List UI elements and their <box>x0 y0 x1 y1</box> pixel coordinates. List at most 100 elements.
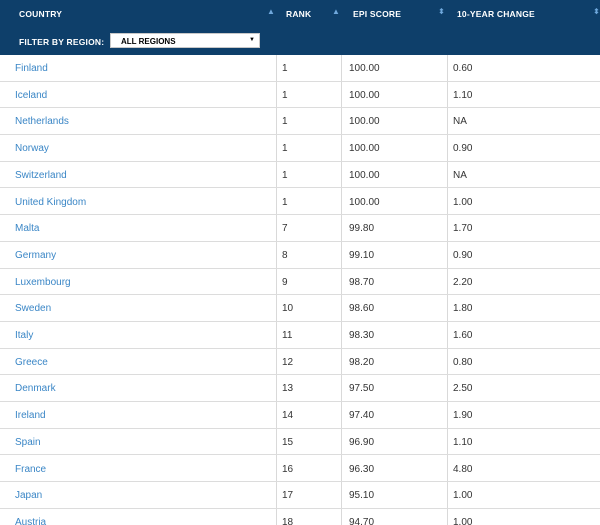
rank-cell: 17 <box>282 490 294 502</box>
table-row: Ireland 14 97.40 1.90 <box>0 402 600 429</box>
country-link[interactable]: Japan <box>15 490 42 501</box>
epi-score-cell: 97.50 <box>349 383 375 395</box>
epi-score-cell: 99.80 <box>349 223 375 235</box>
table-row: France 16 96.30 4.80 <box>0 456 600 483</box>
ten-year-change-cell: 1.10 <box>453 436 473 448</box>
rank-cell: 10 <box>282 303 294 315</box>
rank-cell: 16 <box>282 463 294 475</box>
ten-year-change-cell: 0.60 <box>453 63 473 74</box>
sort-asc-icon[interactable]: ▲ <box>332 8 340 16</box>
rank-cell: 8 <box>282 249 288 261</box>
rank-cell: 1 <box>282 63 288 74</box>
ten-year-change-cell: 1.10 <box>453 89 473 101</box>
rank-cell: 7 <box>282 223 288 235</box>
table-row: Netherlands 1 100.00 NA <box>0 108 600 136</box>
epi-score-cell: 96.90 <box>349 436 375 448</box>
column-header-country[interactable]: COUNTRY ▲ <box>0 0 276 28</box>
table-row: Luxembourg 9 98.70 2.20 <box>0 269 600 296</box>
rank-cell: 15 <box>282 436 294 448</box>
column-label: COUNTRY <box>19 9 63 19</box>
table-row: Malta 7 99.80 1.70 <box>0 215 600 242</box>
table-row: Finland 1 100.00 0.60 <box>0 55 600 82</box>
country-link[interactable]: Ireland <box>15 410 46 421</box>
ten-year-change-cell: NA <box>453 169 467 181</box>
epi-score-cell: 100.00 <box>349 196 380 208</box>
table-row: Greece 12 98.20 0.80 <box>0 349 600 376</box>
country-link[interactable]: Spain <box>15 437 41 448</box>
epi-score-cell: 100.00 <box>349 89 380 101</box>
country-link[interactable]: Greece <box>15 357 48 368</box>
column-label: 10-YEAR CHANGE <box>457 9 535 19</box>
sort-both-icon[interactable]: ⬍ <box>593 8 600 16</box>
country-link[interactable]: United Kingdom <box>15 197 86 208</box>
epi-score-cell: 100.00 <box>349 116 380 128</box>
region-filter-value: ALL REGIONS <box>121 37 176 46</box>
rank-cell: 1 <box>282 169 288 181</box>
ten-year-change-cell: 2.50 <box>453 383 473 395</box>
region-filter-select[interactable]: ALL REGIONS ▼ <box>110 33 260 48</box>
column-header-10-year-change[interactable]: 10-YEAR CHANGE ⬍ <box>447 0 600 28</box>
rank-cell: 1 <box>282 196 288 208</box>
epi-score-cell: 100.00 <box>349 143 380 155</box>
epi-score-cell: 96.30 <box>349 463 375 475</box>
country-link[interactable]: Malta <box>15 223 39 234</box>
country-link[interactable]: France <box>15 464 46 475</box>
column-header-rank[interactable]: RANK ▲ <box>276 0 341 28</box>
ten-year-change-cell: 1.00 <box>453 490 473 502</box>
epi-score-cell: 100.00 <box>349 169 380 181</box>
rank-cell: 1 <box>282 116 288 128</box>
ten-year-change-cell: 1.00 <box>453 516 473 525</box>
epi-score-cell: 98.20 <box>349 356 375 368</box>
country-link[interactable]: Norway <box>15 143 49 154</box>
table-row: Switzerland 1 100.00 NA <box>0 162 600 189</box>
ten-year-change-cell: 4.80 <box>453 463 473 475</box>
table-row: Italy 11 98.30 1.60 <box>0 322 600 349</box>
epi-score-cell: 99.10 <box>349 249 375 261</box>
table-header: COUNTRY ▲ RANK ▲ EPI SCORE ⬍ 10-YEAR CHA… <box>0 0 600 28</box>
sort-both-icon[interactable]: ⬍ <box>438 8 445 16</box>
column-label: EPI SCORE <box>353 9 402 19</box>
rank-cell: 14 <box>282 410 294 422</box>
epi-score-cell: 98.70 <box>349 276 375 288</box>
epi-score-cell: 98.30 <box>349 330 375 341</box>
country-link[interactable]: Germany <box>15 250 56 261</box>
table-row: United Kingdom 1 100.00 1.00 <box>0 189 600 216</box>
table-row: Germany 8 99.10 0.90 <box>0 242 600 269</box>
country-link[interactable]: Switzerland <box>15 170 67 181</box>
ten-year-change-cell: NA <box>453 116 467 128</box>
epi-score-cell: 100.00 <box>349 63 380 74</box>
sort-asc-icon[interactable]: ▲ <box>267 8 275 16</box>
ten-year-change-cell: 1.60 <box>453 330 473 341</box>
epi-score-cell: 98.60 <box>349 303 375 315</box>
country-link[interactable]: Iceland <box>15 90 47 101</box>
rank-cell: 18 <box>282 516 294 525</box>
country-link[interactable]: Finland <box>15 63 48 74</box>
rank-cell: 9 <box>282 276 288 288</box>
ten-year-change-cell: 0.90 <box>453 249 473 261</box>
country-link[interactable]: Italy <box>15 330 33 341</box>
column-label: RANK <box>286 9 312 19</box>
table-row: Sweden 10 98.60 1.80 <box>0 295 600 322</box>
ten-year-change-cell: 1.90 <box>453 410 473 422</box>
country-link[interactable]: Austria <box>15 517 46 525</box>
table-row: Austria 18 94.70 1.00 <box>0 509 600 525</box>
country-link[interactable]: Netherlands <box>15 116 69 127</box>
ten-year-change-cell: 1.70 <box>453 223 473 235</box>
country-link[interactable]: Luxembourg <box>15 277 71 288</box>
rank-cell: 12 <box>282 356 294 368</box>
column-header-epi-score[interactable]: EPI SCORE ⬍ <box>341 0 447 28</box>
ten-year-change-cell: 1.80 <box>453 303 473 315</box>
country-link[interactable]: Sweden <box>15 303 51 314</box>
table-row: Denmark 13 97.50 2.50 <box>0 375 600 403</box>
epi-score-cell: 95.10 <box>349 490 375 502</box>
rank-cell: 1 <box>282 143 288 155</box>
ten-year-change-cell: 0.90 <box>453 143 473 155</box>
ten-year-change-cell: 1.00 <box>453 196 473 208</box>
table-row: Iceland 1 100.00 1.10 <box>0 82 600 109</box>
country-link[interactable]: Denmark <box>15 383 56 394</box>
filter-bar: FILTER BY REGION: <box>0 28 600 55</box>
chevron-down-icon: ▼ <box>249 37 255 43</box>
table-row: Japan 17 95.10 1.00 <box>0 482 600 509</box>
epi-ranking-table: COUNTRY ▲ RANK ▲ EPI SCORE ⬍ 10-YEAR CHA… <box>0 0 600 525</box>
rank-cell: 1 <box>282 89 288 101</box>
